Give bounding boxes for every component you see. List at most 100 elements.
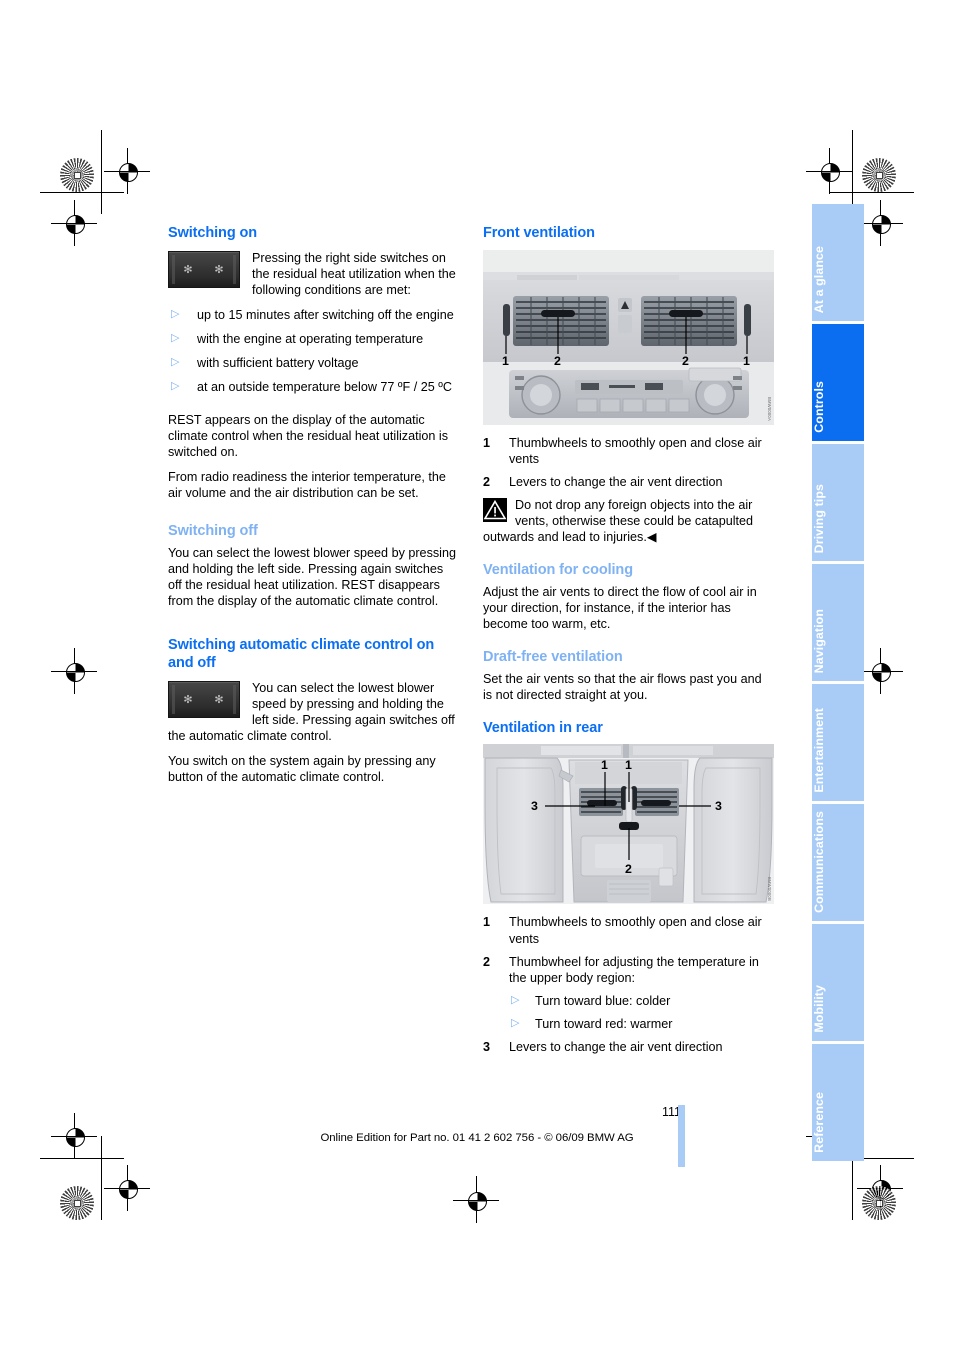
crop-line-bottom-left-vertical bbox=[101, 1136, 102, 1220]
tab-label: Navigation bbox=[812, 608, 826, 673]
tab-label: Entertainment bbox=[812, 708, 826, 793]
figure-callout-2-left: 2 bbox=[554, 353, 561, 368]
cooling-paragraph: Adjust the air vents to direct the flow … bbox=[483, 584, 757, 631]
warning-end-marker: ◀ bbox=[646, 530, 657, 545]
tab-label: Controls bbox=[812, 381, 826, 433]
list-item: ▷ with sufficient battery voltage bbox=[168, 355, 459, 371]
button-edge-left bbox=[172, 684, 175, 714]
heading-draft-free-ventilation: Draft-free ventilation bbox=[483, 648, 623, 665]
triangle-bullet-icon: ▷ bbox=[171, 355, 180, 368]
crop-line-top-left-vertical bbox=[101, 130, 102, 214]
list-item: ▷ Turn toward red: warmer bbox=[509, 1016, 774, 1032]
page-number: 111 bbox=[661, 1105, 681, 1119]
tab-label: Mobility bbox=[812, 985, 826, 1033]
chapter-tab-strip: At a glance Controls Driving tips Naviga… bbox=[812, 204, 864, 1164]
rear-ventilation-legend: 1 Thumbwheels to smoothly open and close… bbox=[483, 914, 774, 1055]
legend-number: 3 bbox=[483, 1039, 491, 1054]
radio-readiness-paragraph: From radio readiness the interior temper… bbox=[168, 470, 446, 501]
list-item: ▷ up to 15 minutes after switching off t… bbox=[168, 307, 459, 323]
figure-callout-1-left: 1 bbox=[502, 353, 509, 368]
tab-label: At a glance bbox=[812, 245, 826, 313]
sidebar-item-at-a-glance[interactable]: At a glance bbox=[812, 204, 864, 321]
list-item: 1 Thumbwheels to smoothly open and close… bbox=[483, 435, 774, 467]
figure-callout-2-center: 2 bbox=[625, 862, 632, 877]
legend-number: 1 bbox=[483, 435, 491, 450]
list-item-label: Turn toward blue: colder bbox=[535, 993, 671, 1008]
triangle-bullet-icon: ▷ bbox=[171, 379, 180, 392]
list-item-label: with the engine at operating temperature bbox=[197, 331, 424, 346]
heading-automatic-climate-control-on-off: Switching automatic climate control on a… bbox=[168, 637, 435, 671]
legend-text: Levers to change the air vent direction bbox=[509, 1039, 723, 1054]
registration-crosshair-bottom-center bbox=[453, 1177, 499, 1223]
registration-moire-target-bottom-right bbox=[862, 1186, 896, 1220]
tab-label: Communications bbox=[812, 811, 826, 913]
left-column: Switching on ✻ ✻ Pressing the right side… bbox=[168, 225, 459, 794]
list-item-label: at an outside temperature below 77 ºF / … bbox=[197, 379, 452, 394]
switch-on-button-figure-block: ✻ ✻ Pressing the right side switches on … bbox=[168, 250, 459, 298]
sidebar-item-controls[interactable]: Controls bbox=[812, 324, 864, 441]
registration-crosshair-mid-left bbox=[51, 648, 97, 694]
legend-text: Levers to change the air vent direction bbox=[509, 474, 723, 489]
rest-display-paragraph: REST appears on the display of the autom… bbox=[168, 413, 449, 460]
rear-console-air-vents-illustration: 1 1 3 3 2 BMW0000B bbox=[483, 744, 774, 905]
legend-number: 1 bbox=[483, 915, 491, 930]
figure-callout-1-right: 1 bbox=[743, 353, 750, 368]
sidebar-item-navigation[interactable]: Navigation bbox=[812, 564, 864, 681]
figure-callout-3-left: 3 bbox=[531, 799, 538, 814]
list-item-label: with sufficient battery voltage bbox=[197, 355, 359, 370]
switching-on-conditions-list: ▷ up to 15 minutes after switching off t… bbox=[168, 307, 459, 395]
heading-front-ventilation: Front ventilation bbox=[483, 225, 595, 241]
heading-switching-on: Switching on bbox=[168, 225, 258, 241]
button-edge-right bbox=[233, 684, 236, 714]
triangle-bullet-icon: ▷ bbox=[511, 1016, 520, 1029]
registration-moire-target-top-right bbox=[862, 158, 896, 192]
figure-callout-1-right: 1 bbox=[625, 758, 632, 773]
list-item: ▷ Turn toward blue: colder bbox=[509, 993, 774, 1009]
blower-fan-icon: ✻ bbox=[214, 263, 224, 276]
registration-crosshair-top-left-lower bbox=[51, 200, 97, 246]
sidebar-item-mobility[interactable]: Mobility bbox=[812, 924, 864, 1041]
crop-line-top-right-vertical bbox=[852, 130, 853, 214]
list-item: 3 Levers to change the air vent directio… bbox=[483, 1039, 774, 1055]
heading-switching-off: Switching off bbox=[168, 523, 258, 540]
list-item: ▷ at an outside temperature below 77 ºF … bbox=[168, 379, 459, 395]
triangle-bullet-icon: ▷ bbox=[171, 331, 180, 344]
warning-triangle-icon bbox=[483, 498, 507, 523]
legend-text: Thumbwheels to smoothly open and close a… bbox=[509, 915, 762, 946]
warning-text: Do not drop any foreign objects into the… bbox=[483, 498, 754, 545]
button-edge-left bbox=[172, 254, 175, 284]
list-item: ▷ with the engine at operating temperatu… bbox=[168, 331, 459, 347]
auto-climate-switch-on-paragraph: You switch on the system again by pressi… bbox=[168, 753, 436, 784]
right-column: Front ventilation 1 2 2 1 BMW0000A 1 Thu… bbox=[483, 225, 774, 1062]
figure-callout-3-right: 3 bbox=[715, 799, 722, 814]
registration-moire-target-top-left bbox=[60, 158, 94, 192]
sidebar-item-communications[interactable]: Communications bbox=[812, 804, 864, 921]
heading-ventilation-for-cooling: Ventilation for cooling bbox=[483, 562, 633, 579]
triangle-bullet-icon: ▷ bbox=[171, 307, 180, 320]
warning-block: Do not drop any foreign objects into the… bbox=[483, 497, 774, 545]
figure-callout-1-left: 1 bbox=[601, 758, 608, 773]
sidebar-item-entertainment[interactable]: Entertainment bbox=[812, 684, 864, 801]
sidebar-item-driving-tips[interactable]: Driving tips bbox=[812, 444, 864, 561]
button-edge-right bbox=[233, 254, 236, 284]
temperature-direction-list: ▷ Turn toward blue: colder ▷ Turn toward… bbox=[509, 993, 774, 1032]
registration-crosshair-bottom-left-lower bbox=[104, 1165, 150, 1211]
imprint-line: Online Edition for Part no. 01 41 2 602 … bbox=[320, 1132, 634, 1144]
list-item-label: up to 15 minutes after switching off the… bbox=[197, 307, 454, 322]
registration-moire-target-bottom-left bbox=[60, 1186, 94, 1220]
auto-climate-button-figure-block: ✻ ✻ You can select the lowest blower spe… bbox=[168, 680, 459, 744]
blower-fan-icon: ✻ bbox=[214, 693, 224, 706]
figure-callout-2-right: 2 bbox=[682, 353, 689, 368]
list-item: 2 Thumbwheel for adjusting the temperatu… bbox=[483, 954, 774, 1032]
blower-fan-icon: ✻ bbox=[183, 693, 193, 706]
registration-crosshair-top-left-upper bbox=[104, 148, 150, 194]
auto-climate-button-graphic: ✻ ✻ bbox=[168, 680, 240, 718]
heading-ventilation-in-rear: Ventilation in rear bbox=[483, 719, 603, 736]
triangle-bullet-icon: ▷ bbox=[511, 993, 520, 1006]
figure-reference-code: BMW0000A bbox=[767, 396, 772, 421]
figure-reference-code: BMW0000B bbox=[767, 876, 772, 901]
draft-free-paragraph: Set the air vents so that the air flows … bbox=[483, 671, 762, 702]
list-item: 2 Levers to change the air vent directio… bbox=[483, 474, 774, 490]
legend-text: Thumbwheel for adjusting the temperature… bbox=[509, 954, 759, 985]
tab-label: Driving tips bbox=[812, 483, 826, 553]
